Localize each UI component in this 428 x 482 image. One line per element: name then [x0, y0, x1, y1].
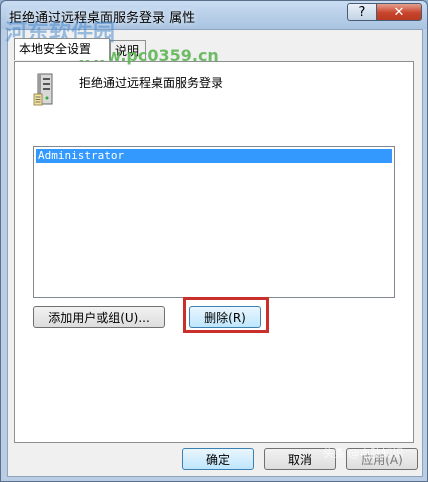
close-button[interactable]: ✕ — [376, 3, 422, 21]
ok-button[interactable]: 确定 — [182, 448, 254, 470]
tab-panel: 拒绝通过远程桌面服务登录 Administrator 添加用户或组(U)... … — [14, 61, 414, 443]
help-icon: ? — [358, 4, 366, 20]
watermark-corner: 头条 @电脑知识 — [323, 447, 404, 460]
tab-local-security-setting[interactable]: 本地安全设置 — [14, 38, 110, 60]
add-user-or-group-button[interactable]: 添加用户或组(U)... — [33, 306, 165, 328]
close-icon: ✕ — [393, 4, 405, 20]
server-icon — [33, 73, 53, 106]
users-listbox[interactable]: Administrator — [33, 146, 395, 298]
properties-window: 拒绝通过远程桌面服务登录 属性 ? ✕ 本地安全设置 说明 拒绝通过远程桌面服务… — [0, 0, 428, 482]
dialog-client: 本地安全设置 说明 拒绝通过远程桌面服务登录 Administrator 添加用… — [7, 29, 423, 477]
list-item[interactable]: Administrator — [36, 149, 392, 163]
help-button[interactable]: ? — [347, 3, 377, 21]
highlight-box — [183, 297, 269, 333]
policy-title: 拒绝通过远程桌面服务登录 — [79, 76, 224, 90]
